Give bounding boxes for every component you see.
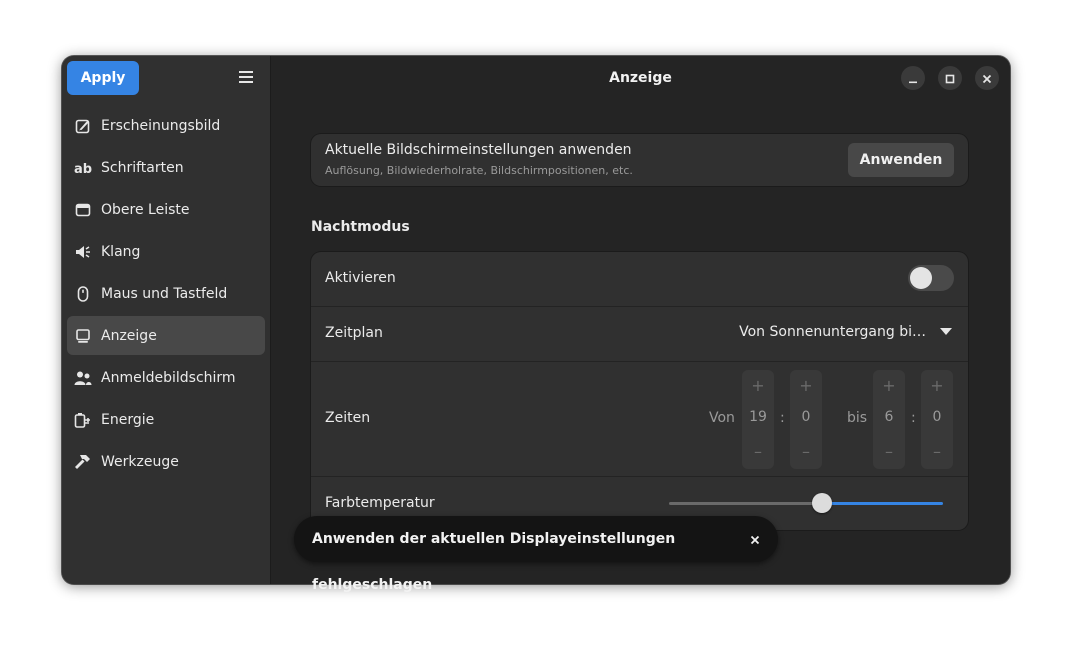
main-content: Anzeige Aktuelle Bildschirmeinstellungen…	[271, 56, 1010, 584]
sidebar-item-anmeldebildschirm[interactable]: Anmeldebildschirm	[67, 358, 265, 397]
sidebar-item-schriftarten[interactable]: ab Schriftarten	[67, 148, 265, 187]
toast-message: Anwenden der aktuellen Displayeinstellun…	[312, 531, 676, 593]
toggle-knob	[910, 267, 932, 289]
section-title-nachtmodus: Nachtmodus	[311, 219, 410, 235]
top-bar-icon	[74, 201, 92, 219]
page-title: Anzeige	[609, 70, 672, 86]
sidebar-item-werkzeuge[interactable]: Werkzeuge	[67, 442, 265, 481]
apply-settings-row: Aktuelle Bildschirmeinstellungen anwende…	[311, 134, 968, 186]
tools-icon	[74, 453, 92, 471]
sidebar-item-erscheinungsbild[interactable]: Erscheinungsbild	[67, 106, 265, 145]
sidebar-header: Apply	[62, 56, 270, 100]
close-icon	[982, 69, 992, 88]
dropdown-arrow-icon	[940, 324, 952, 340]
to-minute-value: 0	[932, 409, 942, 425]
close-button[interactable]	[975, 66, 999, 90]
sidebar: Apply Erscheinungsbild ab Schriftarten O…	[62, 56, 271, 584]
times-label: Zeiten	[325, 410, 371, 426]
sidebar-item-obere-leiste[interactable]: Obere Leiste	[67, 190, 265, 229]
toast-close-button[interactable]	[746, 530, 764, 548]
sidebar-item-energie[interactable]: Energie	[67, 400, 265, 439]
minimize-button[interactable]	[901, 66, 925, 90]
mouse-icon	[74, 285, 92, 303]
from-minute-value: 0	[801, 409, 811, 425]
sidebar-item-klang[interactable]: Klang	[67, 232, 265, 271]
slider-track-active	[828, 502, 943, 505]
maximize-icon	[945, 69, 955, 88]
sidebar-item-maus-und-tastfeld[interactable]: Maus und Tastfeld	[67, 274, 265, 313]
time-separator: :	[780, 410, 785, 426]
display-icon	[74, 327, 92, 345]
apply-settings-card: Aktuelle Bildschirmeinstellungen anwende…	[311, 134, 968, 186]
from-label: Von	[709, 410, 735, 426]
decrement-icon[interactable]: –	[742, 442, 774, 461]
increment-icon[interactable]: +	[873, 376, 905, 395]
sidebar-item-label: Erscheinungsbild	[101, 117, 221, 134]
apply-settings-subtitle: Auflösung, Bildwiederholrate, Bildschirm…	[325, 164, 633, 177]
fonts-icon: ab	[74, 159, 92, 177]
time-separator: :	[911, 410, 916, 426]
schedule-value: Von Sonnenuntergang bi…	[739, 324, 926, 340]
to-minute-spinbutton[interactable]: + 0 –	[921, 370, 953, 469]
activate-label: Aktivieren	[325, 270, 396, 286]
increment-icon[interactable]: +	[921, 376, 953, 395]
to-label: bis	[847, 410, 868, 426]
increment-icon[interactable]: +	[742, 376, 774, 395]
activate-row: Aktivieren	[311, 252, 968, 307]
sidebar-nav: Erscheinungsbild ab Schriftarten Obere L…	[67, 106, 265, 484]
sidebar-item-label: Schriftarten	[101, 159, 184, 176]
schedule-row: Zeitplan Von Sonnenuntergang bi…	[311, 307, 968, 362]
settings-window: Apply Erscheinungsbild ab Schriftarten O…	[62, 56, 1010, 584]
to-hour-spinbutton[interactable]: + 6 –	[873, 370, 905, 469]
apply-button[interactable]: Apply	[67, 61, 139, 95]
sidebar-item-label: Anmeldebildschirm	[101, 369, 236, 386]
from-hour-value: 19	[749, 409, 767, 425]
anwenden-button[interactable]: Anwenden	[848, 143, 954, 177]
minimize-icon	[908, 69, 918, 88]
increment-icon[interactable]: +	[790, 376, 822, 395]
apply-settings-title: Aktuelle Bildschirmeinstellungen anwende…	[325, 142, 632, 158]
decrement-icon[interactable]: –	[873, 442, 905, 461]
power-icon	[74, 411, 92, 429]
login-screen-icon	[74, 369, 92, 387]
night-mode-card: Aktivieren Zeitplan Von Sonnenuntergang …	[311, 252, 968, 530]
sidebar-item-label: Werkzeuge	[101, 453, 179, 470]
error-toast: Anwenden der aktuellen Displayeinstellun…	[294, 516, 778, 593]
maximize-button[interactable]	[938, 66, 962, 90]
slider-track-inactive	[669, 502, 816, 505]
decrement-icon[interactable]: –	[921, 442, 953, 461]
from-minute-spinbutton[interactable]: + 0 –	[790, 370, 822, 469]
sidebar-item-label: Maus und Tastfeld	[101, 285, 228, 302]
sidebar-item-label: Klang	[101, 243, 141, 260]
from-hour-spinbutton[interactable]: + 19 –	[742, 370, 774, 469]
sidebar-item-anzeige[interactable]: Anzeige	[67, 316, 265, 355]
main-menu-button[interactable]	[229, 62, 263, 94]
sound-icon	[74, 243, 92, 261]
temperature-label: Farbtemperatur	[325, 495, 435, 511]
schedule-dropdown[interactable]: Von Sonnenuntergang bi…	[739, 324, 952, 340]
sidebar-item-label: Anzeige	[101, 327, 157, 344]
activate-toggle[interactable]	[908, 265, 954, 291]
schedule-label: Zeitplan	[325, 325, 383, 341]
sidebar-item-label: Obere Leiste	[101, 201, 190, 218]
to-hour-value: 6	[884, 409, 894, 425]
hamburger-menu-icon	[238, 69, 254, 88]
svg-text:ab: ab	[74, 162, 92, 176]
appearance-icon	[74, 117, 92, 135]
sidebar-item-label: Energie	[101, 411, 155, 428]
slider-handle[interactable]	[812, 493, 832, 513]
close-icon	[750, 530, 760, 549]
times-row: Zeiten Von + 19 – : + 0 – bis + 6 –: + …	[311, 362, 968, 477]
decrement-icon[interactable]: –	[790, 442, 822, 461]
